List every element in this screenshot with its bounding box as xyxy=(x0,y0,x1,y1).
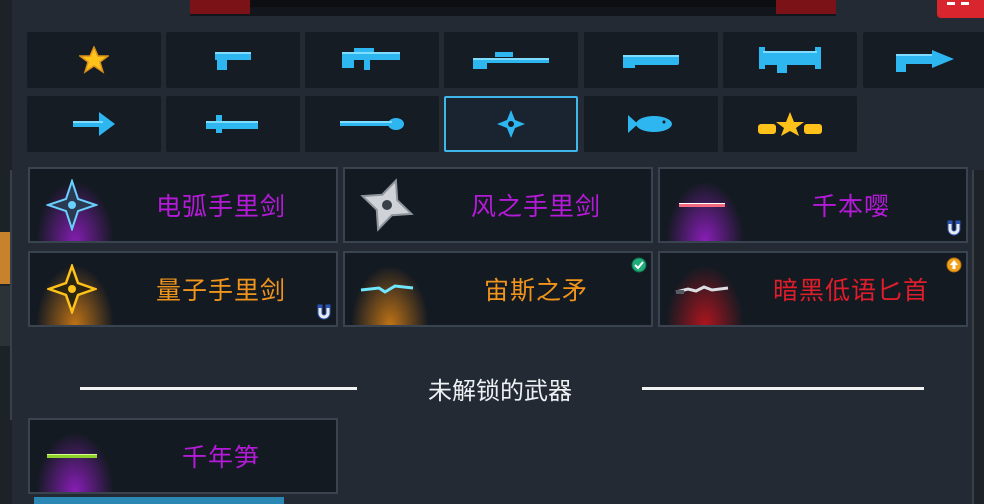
divider-left xyxy=(80,387,357,390)
magnet-icon xyxy=(947,220,961,236)
fish-icon xyxy=(628,115,672,133)
weapon-name: 风之手里剑 xyxy=(470,192,601,221)
rifle-icon xyxy=(342,48,400,70)
wind-shuriken-icon xyxy=(360,178,414,232)
shuriken-icon xyxy=(497,110,525,138)
magnet-icon xyxy=(317,304,331,320)
spear-icon xyxy=(340,118,404,130)
divider-right xyxy=(642,387,924,390)
weapon-card-quantum-shuriken[interactable]: 量子手里剑 xyxy=(28,251,338,327)
launcher-icon xyxy=(759,47,821,73)
category-tab-lasers[interactable] xyxy=(863,32,984,88)
weapon-card-zeus-spear[interactable]: 宙斯之矛 xyxy=(343,251,653,327)
category-tab-rifles[interactable] xyxy=(305,32,439,88)
zeus-spear-icon xyxy=(360,284,414,294)
top-frame xyxy=(190,0,836,16)
weapon-card-dark-whisper-dagger[interactable]: 暗黑低语匕首 xyxy=(658,251,968,327)
upgrade-icon xyxy=(946,257,962,273)
weapon-name: 千本嘤 xyxy=(811,192,890,221)
bow-icon xyxy=(73,112,115,136)
pistol-icon xyxy=(215,52,251,70)
shotgun-icon xyxy=(623,55,679,68)
weapon-card-bamboo-needle[interactable]: 千年笋 xyxy=(28,418,338,494)
close-button[interactable] xyxy=(937,0,984,18)
dark-dagger-icon xyxy=(675,285,729,294)
category-tab-shotguns[interactable] xyxy=(584,32,718,88)
category-tab-bows[interactable] xyxy=(27,96,161,152)
category-tab-launchers[interactable] xyxy=(723,32,857,88)
weapon-card-wind-shuriken[interactable]: 风之手里剑 xyxy=(343,167,653,243)
category-tab-special[interactable] xyxy=(723,96,857,152)
bamboo-needle-icon xyxy=(47,454,97,458)
senbon-icon xyxy=(679,203,725,207)
sniper-icon xyxy=(473,52,549,69)
weapon-name: 宙斯之矛 xyxy=(483,276,588,305)
crown-icon xyxy=(758,112,822,136)
locked-section-title: 未解锁的武器 xyxy=(428,377,572,405)
bottom-tab-strip xyxy=(34,497,284,504)
left-panel-edge xyxy=(0,0,12,504)
arc-shuriken-icon xyxy=(46,179,98,231)
quantum-shuriken-icon xyxy=(47,264,97,314)
weapon-card-senbon[interactable]: 千本嘤 xyxy=(658,167,968,243)
laser-icon xyxy=(895,50,954,72)
category-tab-swords[interactable] xyxy=(166,96,300,152)
category-tab-snipers[interactable] xyxy=(444,32,578,88)
weapon-name: 电弧手里剑 xyxy=(155,192,286,221)
weapon-card-arc-shuriken[interactable]: 电弧手里剑 xyxy=(28,167,338,243)
category-tab-shuriken[interactable] xyxy=(444,96,578,152)
star-icon xyxy=(79,46,109,74)
sword-icon xyxy=(206,115,258,133)
right-panel-edge xyxy=(972,170,984,504)
category-tab-pistols[interactable] xyxy=(166,32,300,88)
category-tab-spears[interactable] xyxy=(305,96,439,152)
category-tab-favorites[interactable] xyxy=(27,32,161,88)
weapon-name: 千年笋 xyxy=(181,443,260,472)
category-tab-fish[interactable] xyxy=(584,96,718,152)
weapon-name: 量子手里剑 xyxy=(155,276,286,305)
check-icon xyxy=(631,257,647,273)
weapon-name: 暗黑低语匕首 xyxy=(772,276,929,305)
